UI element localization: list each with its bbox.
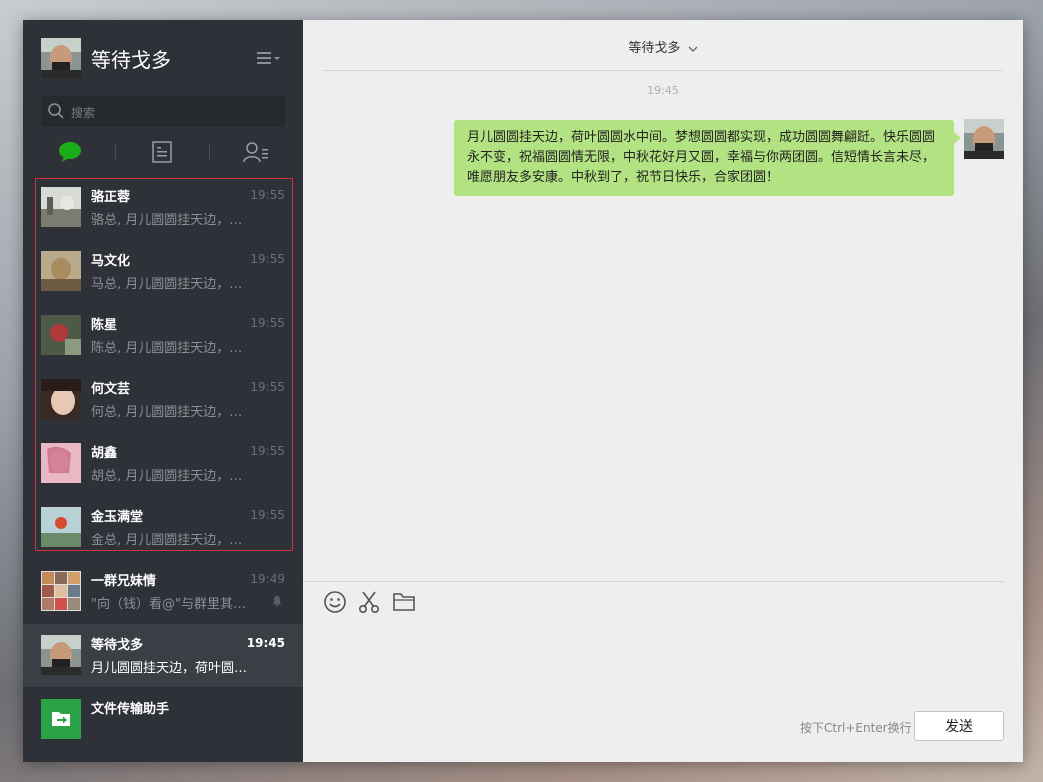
conversation-item[interactable]: 骆正蓉 19:55 骆总, 月儿圆圆挂天边，荷叶圆圆水中间。	[23, 176, 303, 240]
send-hint: 按下Ctrl+Enter换行	[800, 721, 912, 735]
file-transfer-icon	[41, 699, 81, 739]
conversation-item[interactable]: 一群兄妹情 19:49 "向（钱）看@"与群里其他人都不是微信朋友关系	[23, 560, 303, 624]
conversation-item[interactable]: 胡鑫 19:55 胡总, 月儿圆圆挂天边，荷叶圆圆水中间。	[23, 432, 303, 496]
message-preview: 何总, 月儿圆圆挂天边，荷叶圆圆水中间。	[91, 405, 251, 420]
mute-icon	[272, 596, 282, 607]
conversation-item-active[interactable]: 等待戈多 19:45 月儿圆圆挂天边，荷叶圆圆水中间。	[23, 624, 303, 688]
message-preview: 马总, 月儿圆圆挂天边，荷叶圆圆水中间。	[91, 277, 251, 292]
message-preview: 金总, 月儿圆圆挂天边，荷叶圆圆水中间。	[91, 533, 251, 548]
contact-name: 等待戈多	[91, 638, 144, 653]
contact-name: 金玉满堂	[91, 510, 144, 525]
message-time: 19:55	[250, 380, 285, 394]
message-bubble[interactable]: 月儿圆圆挂天边，荷叶圆圆水中间。梦想圆圆都实现，成功圆圆舞翩跹。快乐圆圆永不变，…	[454, 120, 961, 196]
message-time: 19:55	[250, 252, 285, 266]
screenshot-button[interactable]	[356, 589, 382, 615]
message-preview: "向（钱）看@"与群里其他人都不是微信朋友关系	[91, 597, 251, 612]
avatar	[41, 187, 81, 227]
avatar	[41, 315, 81, 355]
conversation-item[interactable]: 陈星 19:55 陈总, 月儿圆圆挂天边，荷叶圆圆水中间。	[23, 304, 303, 368]
chat-icon	[59, 142, 81, 162]
chat-panel: 等待戈多 19:45 月儿圆圆挂天边，荷叶圆圆水中间。梦想圆圆都实现，成功圆圆舞…	[303, 20, 1023, 762]
message-time: 19:49	[250, 572, 285, 586]
conversation-item[interactable]: 何文芸 19:55 何总, 月儿圆圆挂天边，荷叶圆圆水中间。	[23, 368, 303, 432]
profile-header: 等待戈多	[23, 20, 303, 96]
conversation-list: 骆正蓉 19:55 骆总, 月儿圆圆挂天边，荷叶圆圆水中间。 马文化 19:55…	[23, 176, 303, 752]
search-box[interactable]: 搜索	[41, 96, 285, 127]
emoji-icon	[324, 591, 346, 613]
message-preview: 骆总, 月儿圆圆挂天边，荷叶圆圆水中间。	[91, 213, 251, 228]
message-time: 19:55	[250, 188, 285, 202]
avatar	[41, 379, 81, 419]
search-icon	[48, 103, 64, 119]
message-time: 19:45	[246, 636, 285, 650]
message-time: 19:55	[250, 444, 285, 458]
message-time: 19:55	[250, 316, 285, 330]
avatar[interactable]	[964, 119, 1004, 159]
contacts-icon	[243, 142, 268, 163]
avatar	[41, 635, 81, 675]
contact-name: 马文化	[91, 254, 131, 269]
contact-name: 一群兄妹情	[91, 574, 157, 589]
contact-name: 何文芸	[91, 382, 131, 397]
sidebar-tabs	[23, 134, 303, 170]
tab-contacts[interactable]	[242, 138, 270, 166]
avatar	[41, 251, 81, 291]
divider	[322, 70, 1003, 71]
contact-name: 陈星	[91, 318, 118, 333]
contact-name: 骆正蓉	[91, 190, 131, 205]
menu-icon[interactable]	[257, 50, 281, 66]
avatar	[41, 507, 81, 547]
scissors-icon	[358, 591, 380, 614]
chat-title-text: 等待戈多	[628, 41, 681, 56]
tab-divider	[115, 144, 116, 160]
folder-icon	[393, 593, 415, 611]
chevron-down-icon	[688, 46, 698, 52]
conversation-item[interactable]: 马文化 19:55 马总, 月儿圆圆挂天边，荷叶圆圆水中间。	[23, 240, 303, 304]
group-avatar	[41, 571, 81, 611]
message-input[interactable]	[322, 620, 1003, 700]
sidebar: 等待戈多 搜索 骆正蓉 19:55 骆总, 月儿圆圆挂天边，荷 马文化 19:5…	[23, 20, 303, 762]
document-icon	[152, 141, 172, 163]
message-preview: 胡总, 月儿圆圆挂天边，荷叶圆圆水中间。	[91, 469, 251, 484]
emoji-button[interactable]	[322, 589, 348, 615]
message-timestamp: 19:45	[647, 84, 679, 97]
conversation-item[interactable]: 文件传输助手	[23, 688, 303, 752]
search-placeholder: 搜索	[71, 106, 96, 120]
tab-chats[interactable]	[56, 138, 84, 166]
contact-name: 胡鑫	[91, 446, 118, 461]
avatar[interactable]	[41, 38, 81, 78]
contact-name: 文件传输助手	[91, 702, 170, 717]
chat-title[interactable]: 等待戈多	[303, 37, 1023, 56]
wechat-window: 等待戈多 搜索 骆正蓉 19:55 骆总, 月儿圆圆挂天边，荷 马文化 19:5…	[23, 20, 1023, 762]
file-button[interactable]	[391, 589, 417, 615]
profile-name: 等待戈多	[91, 48, 171, 72]
tab-articles[interactable]	[148, 138, 176, 166]
send-button[interactable]: 发送	[914, 711, 1004, 741]
avatar	[41, 443, 81, 483]
tab-divider	[209, 144, 210, 160]
conversation-item[interactable]: 金玉满堂 19:55 金总, 月儿圆圆挂天边，荷叶圆圆水中间。	[23, 496, 303, 560]
divider	[303, 581, 1004, 582]
message-preview: 月儿圆圆挂天边，荷叶圆圆水中间。	[91, 661, 251, 676]
message-time: 19:55	[250, 508, 285, 522]
message-preview: 陈总, 月儿圆圆挂天边，荷叶圆圆水中间。	[91, 341, 251, 356]
